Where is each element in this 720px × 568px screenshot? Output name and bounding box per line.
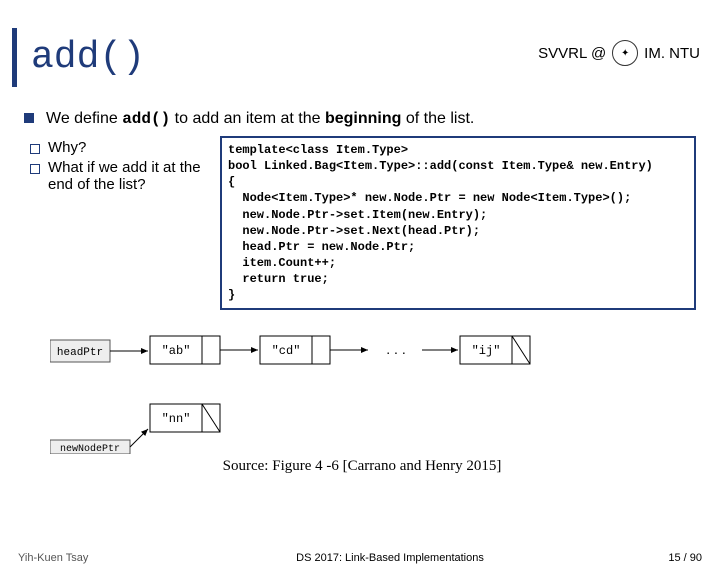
node-ij: "ij": [472, 344, 501, 358]
footer-author: Yih-Kuen Tsay: [18, 552, 158, 564]
ntu-logo-icon: ✦: [612, 40, 638, 66]
node-cd: "cd": [272, 344, 301, 358]
main-bullet: We define add() to add an item at the be…: [24, 107, 700, 132]
columns: Why? What if we add it at the end of the…: [24, 136, 700, 310]
text-code: add(): [122, 110, 170, 128]
sub-text-2: What if we add it at the end of the list…: [48, 159, 212, 193]
footer-page: 15 / 90: [622, 552, 702, 564]
ellipsis: . . .: [386, 341, 405, 357]
hollow-bullet-icon: [30, 144, 40, 154]
sub-bullet-1: Why?: [30, 139, 212, 156]
sub-column: Why? What if we add it at the end of the…: [24, 136, 212, 196]
text-mid: to add an item at the: [170, 110, 325, 127]
hollow-bullet-icon: [30, 164, 40, 174]
newnodeptr-label: newNodePtr: [60, 443, 120, 454]
header-org: SVVRL @ ✦ IM. NTU: [538, 40, 700, 66]
text-bold: beginning: [325, 110, 401, 127]
footer-course: DS 2017: Link-Based Implementations: [158, 552, 622, 564]
sub-text-1: Why?: [48, 139, 86, 156]
code-snippet: template<class Item.Type> bool Linked.Ba…: [220, 136, 696, 310]
text-post: of the list.: [401, 110, 474, 127]
text-pre: We define: [46, 110, 122, 127]
figure-caption: Source: Figure 4 -6 [Carrano and Henry 2…: [24, 458, 700, 475]
node-ab: "ab": [162, 344, 191, 358]
node-nn: "nn": [162, 412, 191, 426]
square-bullet-icon: [24, 113, 34, 123]
linked-list-diagram: headPtr "ab" "cd" . . . "ij" "nn": [50, 324, 700, 454]
sub-bullet-2: What if we add it at the end of the list…: [30, 159, 212, 193]
org-right: IM. NTU: [644, 45, 700, 62]
slide-content: We define add() to add an item at the be…: [0, 87, 720, 475]
diagram-svg: headPtr "ab" "cd" . . . "ij" "nn": [50, 324, 690, 454]
main-bullet-text: We define add() to add an item at the be…: [46, 107, 474, 132]
headptr-label: headPtr: [57, 347, 103, 359]
org-left: SVVRL @: [538, 45, 606, 62]
slide-footer: Yih-Kuen Tsay DS 2017: Link-Based Implem…: [0, 552, 720, 564]
